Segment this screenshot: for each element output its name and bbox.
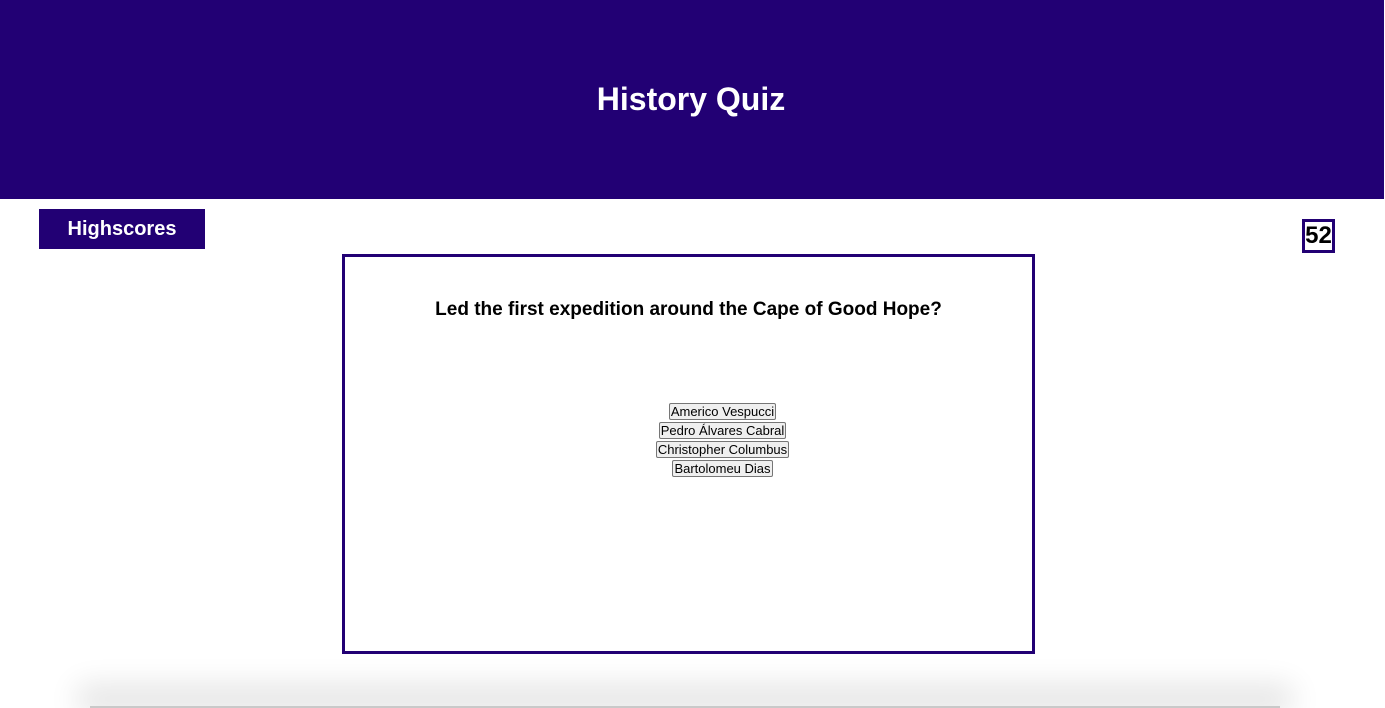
question-card: Led the first expedition around the Cape… (342, 254, 1035, 654)
question-text: Led the first expedition around the Cape… (435, 299, 942, 320)
countdown-timer: 52 (1302, 219, 1335, 253)
highscores-button[interactable]: Highscores (39, 209, 205, 249)
quiz-page: History Quiz Highscores 52 Led the first… (0, 0, 1385, 708)
answer-button-columbus[interactable]: Christopher Columbus (655, 441, 790, 458)
answer-button-cabral[interactable]: Pedro Álvares Cabral (658, 422, 787, 439)
header-banner: History Quiz (0, 0, 1384, 199)
answer-list: Americo Vespucci Pedro Álvares Cabral Ch… (345, 403, 1100, 477)
answer-button-dias[interactable]: Bartolomeu Dias (672, 460, 773, 477)
page-title: History Quiz (596, 81, 786, 117)
answer-button-vespucci[interactable]: Americo Vespucci (668, 403, 777, 420)
